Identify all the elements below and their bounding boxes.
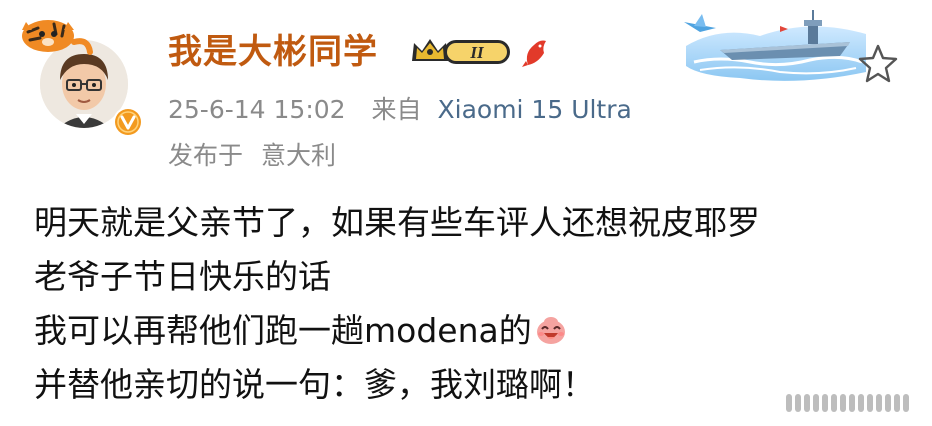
post-body-line: 我可以再帮他们跑一趟modena的 — [34, 311, 532, 350]
post-location-line: 发布于 意大利 — [168, 136, 336, 172]
location-prefix: 发布于 — [168, 141, 244, 170]
laughing-emoji-icon — [536, 317, 565, 344]
post-device[interactable]: Xiaomi 15 Ultra — [438, 95, 632, 124]
red-fish-icon — [522, 40, 546, 67]
star-outline-icon[interactable] — [856, 42, 900, 86]
post-meta: 25-6-14 15:02 来自 Xiaomi 15 Ultra — [168, 90, 632, 126]
aircraft-carrier-card-decoration — [684, 10, 866, 81]
tiger-avatar-decoration-icon — [22, 20, 93, 55]
avatar-container[interactable] — [14, 8, 144, 138]
post-body-line: 老爷子节日快乐的话 — [34, 257, 331, 296]
post-location: 意大利 — [260, 141, 336, 170]
post-body-line: 并替他亲切的说一句：爹，我刘璐啊！ — [34, 365, 595, 404]
barcode-watermark-icon — [786, 394, 909, 412]
weibo-post-card: 我是大彬同学 II 25-6-14 15:02 来自 Xiaomi 15 Ult… — [0, 0, 932, 426]
source-prefix: 来自 — [371, 95, 422, 124]
post-timestamp: 25-6-14 15:02 — [168, 95, 346, 124]
post-body-line: 明天就是父亲节了，如果有些车评人还想祝皮耶罗 — [34, 203, 760, 242]
vip-level-text: II — [469, 43, 485, 62]
post-body-line-with-emoji: 我可以再帮他们跑一趟modena的 — [34, 304, 914, 358]
vip-level-badge-icon[interactable]: II — [408, 33, 514, 69]
author-name[interactable]: 我是大彬同学 — [168, 24, 378, 73]
post-body: 明天就是父亲节了，如果有些车评人还想祝皮耶罗 老爷子节日快乐的话 我可以再帮他们… — [34, 196, 914, 412]
verified-v-icon — [113, 107, 143, 137]
